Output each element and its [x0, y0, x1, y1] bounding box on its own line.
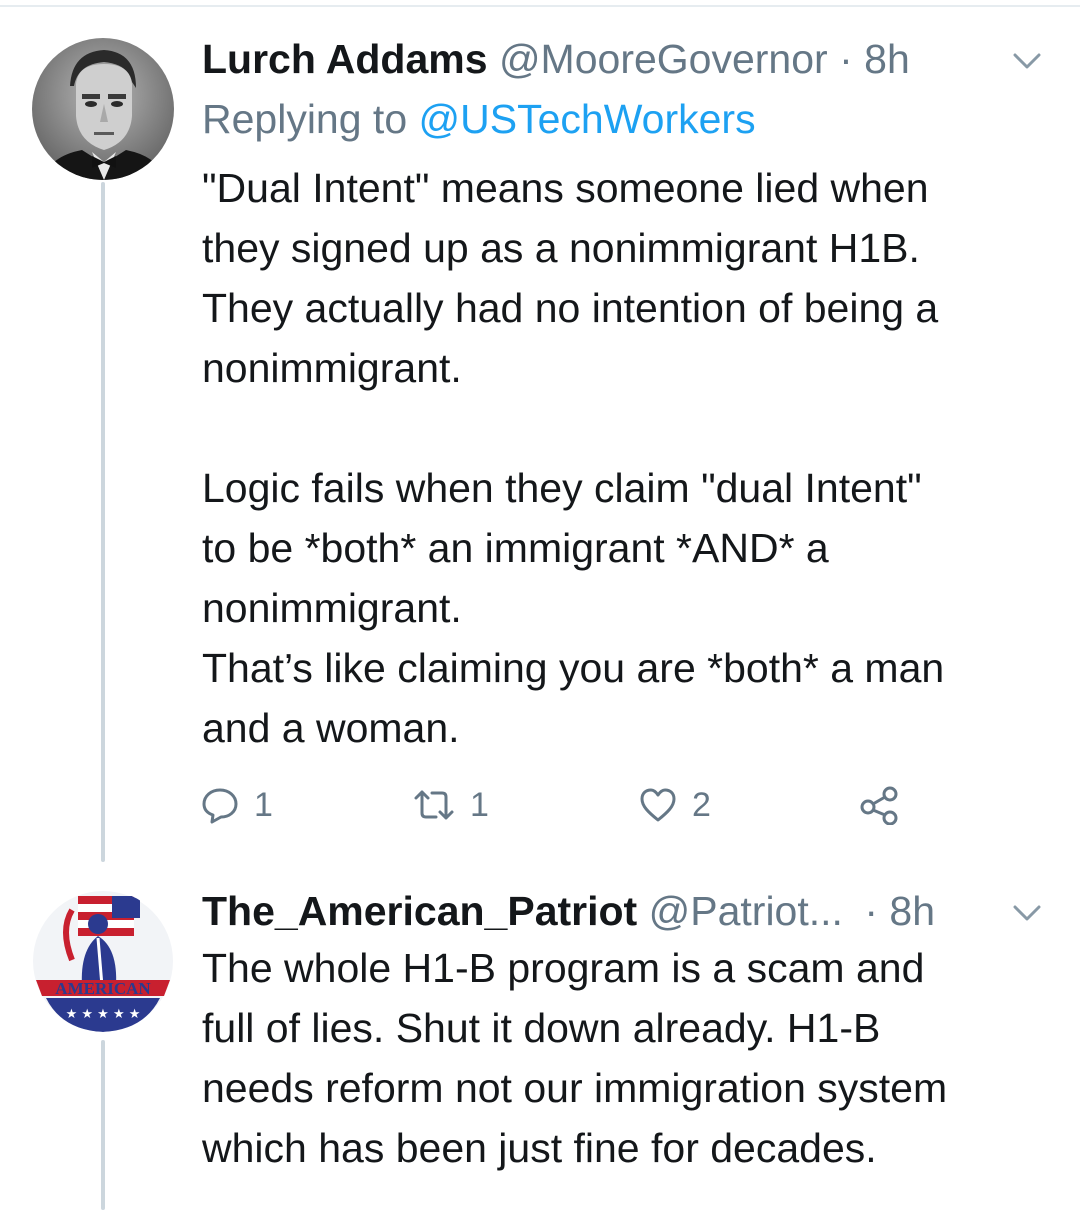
retweet-button[interactable]: 1 [412, 780, 489, 830]
avatar-american-patriot[interactable]: AMERICAN ★ ★ ★ ★ ★ [32, 890, 174, 1032]
patriot-flag-logo-icon: AMERICAN ★ ★ ★ ★ ★ [32, 890, 174, 1032]
portrait-photo-icon [32, 38, 174, 180]
tweet-text-line: "Dual Intent" means someone lied when [202, 165, 929, 211]
heart-icon [640, 788, 676, 822]
timestamp[interactable]: 8h [889, 888, 935, 934]
display-name[interactable]: Lurch Addams [202, 36, 488, 82]
retweet-icon [414, 790, 454, 820]
tweet-text: "Dual Intent" means someone lied when th… [202, 158, 1052, 758]
tweet-header: Lurch Addams @MooreGovernor · 8h [202, 34, 910, 84]
top-divider [0, 5, 1080, 7]
tweet-text-line: needs reform not our immigration system [202, 1065, 948, 1111]
timestamp[interactable]: 8h [864, 36, 910, 82]
user-handle[interactable]: @MooreGovernor [499, 36, 828, 82]
tweet-text-line: That’s like claiming you are *both* a ma… [202, 645, 945, 691]
like-count: 2 [692, 785, 711, 824]
tweet-text-line: nonimmigrant. [202, 585, 462, 631]
avatar-banner-text: AMERICAN [55, 979, 151, 998]
chevron-down-icon [1013, 905, 1041, 921]
replying-to-label: Replying to [202, 96, 419, 142]
tweet-text-line: which has been just fine for decades. [202, 1125, 877, 1171]
thread-line [101, 182, 105, 862]
tweet-header: The_American_Patriot @Patriot... · 8h [202, 886, 935, 936]
share-icon [860, 786, 898, 825]
share-button[interactable] [858, 780, 902, 830]
tweet-text-line: and a woman. [202, 705, 460, 751]
separator-dot: · [864, 888, 878, 934]
retweet-count: 1 [470, 785, 489, 824]
tweet-text-line: they signed up as a nonimmigrant H1B. [202, 225, 920, 271]
tweet-menu-button[interactable] [1010, 44, 1044, 78]
tweet-text: The whole H1-B program is a scam and ful… [202, 938, 1052, 1178]
tweet-text-line: The whole H1-B program is a scam and [202, 945, 925, 991]
like-button[interactable]: 2 [638, 780, 711, 830]
tweet-text-line: Logic fails when they claim "dual Intent… [202, 465, 922, 511]
tweet-menu-button[interactable] [1010, 896, 1044, 930]
separator-dot: · [839, 36, 853, 82]
tweet-text-line: nonimmigrant. [202, 345, 462, 391]
reply-count: 1 [254, 785, 273, 824]
svg-text:★ ★ ★ ★ ★: ★ ★ ★ ★ ★ [66, 1007, 141, 1022]
user-handle[interactable]: @Patriot... [649, 888, 843, 934]
reply-button[interactable]: 1 [200, 780, 273, 830]
thread-line [101, 1040, 105, 1210]
tweet-text-line: to be *both* an immigrant *AND* a [202, 525, 829, 571]
reply-bubble-icon [202, 788, 238, 824]
chevron-down-icon [1013, 53, 1041, 69]
tweet-text-line: They actually had no intention of being … [202, 285, 939, 331]
replying-to-mention[interactable]: @USTechWorkers [419, 96, 756, 142]
avatar-lurch-addams[interactable] [32, 38, 174, 180]
tweet-actions: 1 1 2 [200, 780, 920, 830]
display-name[interactable]: The_American_Patriot [202, 888, 637, 934]
tweet-text-line: full of lies. Shut it down already. H1-B [202, 1005, 881, 1051]
replying-to-line: Replying to @USTechWorkers [202, 94, 756, 144]
